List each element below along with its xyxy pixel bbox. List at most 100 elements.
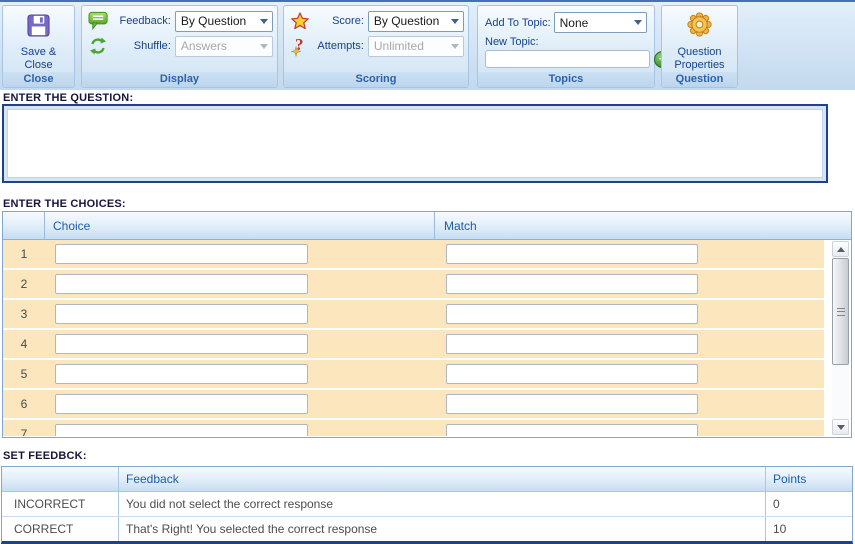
new-topic-input[interactable] (485, 50, 650, 68)
enter-question-heading: ENTER THE QUESTION: (3, 92, 134, 104)
match-input[interactable] (446, 244, 698, 264)
row-number: 5 (20, 367, 28, 381)
new-topic-label: New Topic: (485, 36, 539, 48)
match-input[interactable] (446, 334, 698, 354)
match-input[interactable] (446, 304, 698, 324)
ribbon-group-scoring: Score: By Question ? Attempts: Unlimited (283, 5, 469, 88)
row-number: 6 (20, 397, 28, 411)
choices-header-row: Choice Match (3, 212, 851, 240)
choice-row: 2 (3, 270, 824, 298)
question-properties-button[interactable]: Question Properties (662, 6, 737, 72)
ribbon-group-question: Question Properties Question (661, 5, 738, 88)
gear-icon (686, 11, 713, 43)
match-input[interactable] (446, 394, 698, 414)
row-number-column-header (3, 212, 45, 239)
match-column-header: Match (444, 218, 477, 233)
star-icon (288, 12, 312, 30)
add-to-topic-value: None (559, 15, 589, 30)
group-label-scoring: Scoring (284, 72, 468, 87)
add-to-topic-dropdown[interactable]: None (553, 12, 647, 33)
choices-table-body: 1 2 3 4 5 6 7 (3, 240, 851, 436)
choice-input[interactable] (55, 394, 308, 414)
ribbon-group-display: Feedback: By Question Shuffle: Answers D… (81, 5, 278, 88)
choice-input[interactable] (55, 274, 308, 294)
points-column-header: Points (773, 472, 807, 486)
choice-row: 3 (3, 300, 824, 328)
score-label: Score: (332, 15, 364, 27)
scroll-up-button[interactable] (832, 241, 849, 257)
feedback-row-incorrect: INCORRECT You did not select the correct… (2, 492, 852, 517)
attempts-dropdown[interactable]: Unlimited (367, 35, 464, 57)
attempts-dropdown-value: Unlimited (373, 39, 424, 53)
chevron-down-icon (256, 37, 272, 56)
scroll-grip-icon (837, 307, 845, 316)
set-feedback-heading: SET FEEDBCK: (3, 450, 87, 462)
feedback-bubble-icon (86, 11, 110, 31)
feedback-dropdown-value: By Question (180, 14, 247, 28)
choice-row: 7 (3, 420, 824, 436)
ribbon-toolbar: Save & Close Close Feedback: By Question… (0, 0, 855, 90)
ribbon-group-close: Save & Close Close (2, 5, 75, 88)
scroll-down-button[interactable] (832, 419, 849, 435)
feedback-dropdown[interactable]: By Question (174, 10, 273, 32)
question-box (2, 104, 828, 183)
match-input[interactable] (446, 364, 698, 384)
scroll-thumb[interactable] (832, 258, 849, 365)
chevron-down-icon (447, 37, 463, 56)
choice-input[interactable] (55, 244, 308, 264)
points-cell: 10 (773, 522, 787, 536)
choice-column-header: Choice (45, 212, 435, 239)
chevron-down-icon (630, 13, 646, 32)
row-number: 1 (20, 247, 28, 261)
chevron-down-icon (447, 12, 463, 31)
shuffle-dropdown[interactable]: Answers (174, 35, 273, 57)
feedback-type-cell: INCORRECT (2, 492, 119, 516)
match-input[interactable] (446, 274, 698, 294)
feedback-type-column-header (2, 467, 119, 491)
chevron-down-icon (256, 12, 272, 31)
group-label-display: Display (82, 72, 277, 87)
attempts-label: Attempts: (317, 40, 364, 52)
question-mark-icon: ? (288, 35, 312, 57)
save-close-label-line2: Close (24, 59, 53, 71)
choices-table: Choice Match 1 2 3 4 5 6 7 (2, 211, 852, 438)
group-label-topics: Topics (478, 72, 654, 87)
score-dropdown-value: By Question (373, 14, 440, 28)
question-properties-label-line1: Question (677, 46, 722, 58)
add-to-topic-label: Add To Topic: (485, 16, 551, 29)
choices-scrollbar[interactable] (832, 241, 849, 435)
feedback-text-cell: You did not select the correct response (119, 492, 766, 516)
question-textarea[interactable] (7, 109, 823, 178)
save-close-button[interactable]: Save & Close (3, 6, 74, 72)
feedback-text-cell: That's Right! You selected the correct r… (119, 517, 766, 541)
choice-input[interactable] (55, 364, 308, 384)
row-number: 7 (20, 427, 28, 436)
arrow-down-icon (836, 424, 845, 430)
ribbon-group-topics: Add To Topic: None New Topic: + Topics (477, 5, 671, 88)
choice-row: 6 (3, 390, 824, 418)
save-icon (26, 13, 51, 43)
feedback-header-row: Feedback Points (2, 467, 852, 492)
question-editor-window: Save & Close Close Feedback: By Question… (0, 0, 855, 544)
shuffle-dropdown-value: Answers (180, 39, 227, 53)
feedback-label: Feedback: (119, 15, 171, 27)
feedback-table: Feedback Points INCORRECT You did not se… (1, 466, 853, 544)
points-cell: 0 (773, 497, 780, 511)
group-label-question: Question (662, 72, 737, 87)
choice-row: 4 (3, 330, 824, 358)
feedback-column-header: Feedback (119, 467, 766, 491)
question-properties-label-line2: Properties (674, 59, 725, 71)
choice-row: 5 (3, 360, 824, 388)
choice-input[interactable] (55, 334, 308, 354)
enter-choices-heading: ENTER THE CHOICES: (3, 198, 126, 210)
choice-row: 1 (3, 240, 824, 268)
shuffle-label: Shuffle: (133, 40, 171, 52)
choice-input[interactable] (55, 424, 308, 436)
match-input[interactable] (446, 424, 698, 436)
feedback-row-correct: CORRECT That's Right! You selected the c… (2, 517, 852, 541)
choice-input[interactable] (55, 304, 308, 324)
row-number: 3 (20, 307, 28, 321)
feedback-type-cell: CORRECT (2, 517, 119, 541)
row-number: 2 (20, 277, 28, 291)
score-dropdown[interactable]: By Question (367, 10, 464, 32)
